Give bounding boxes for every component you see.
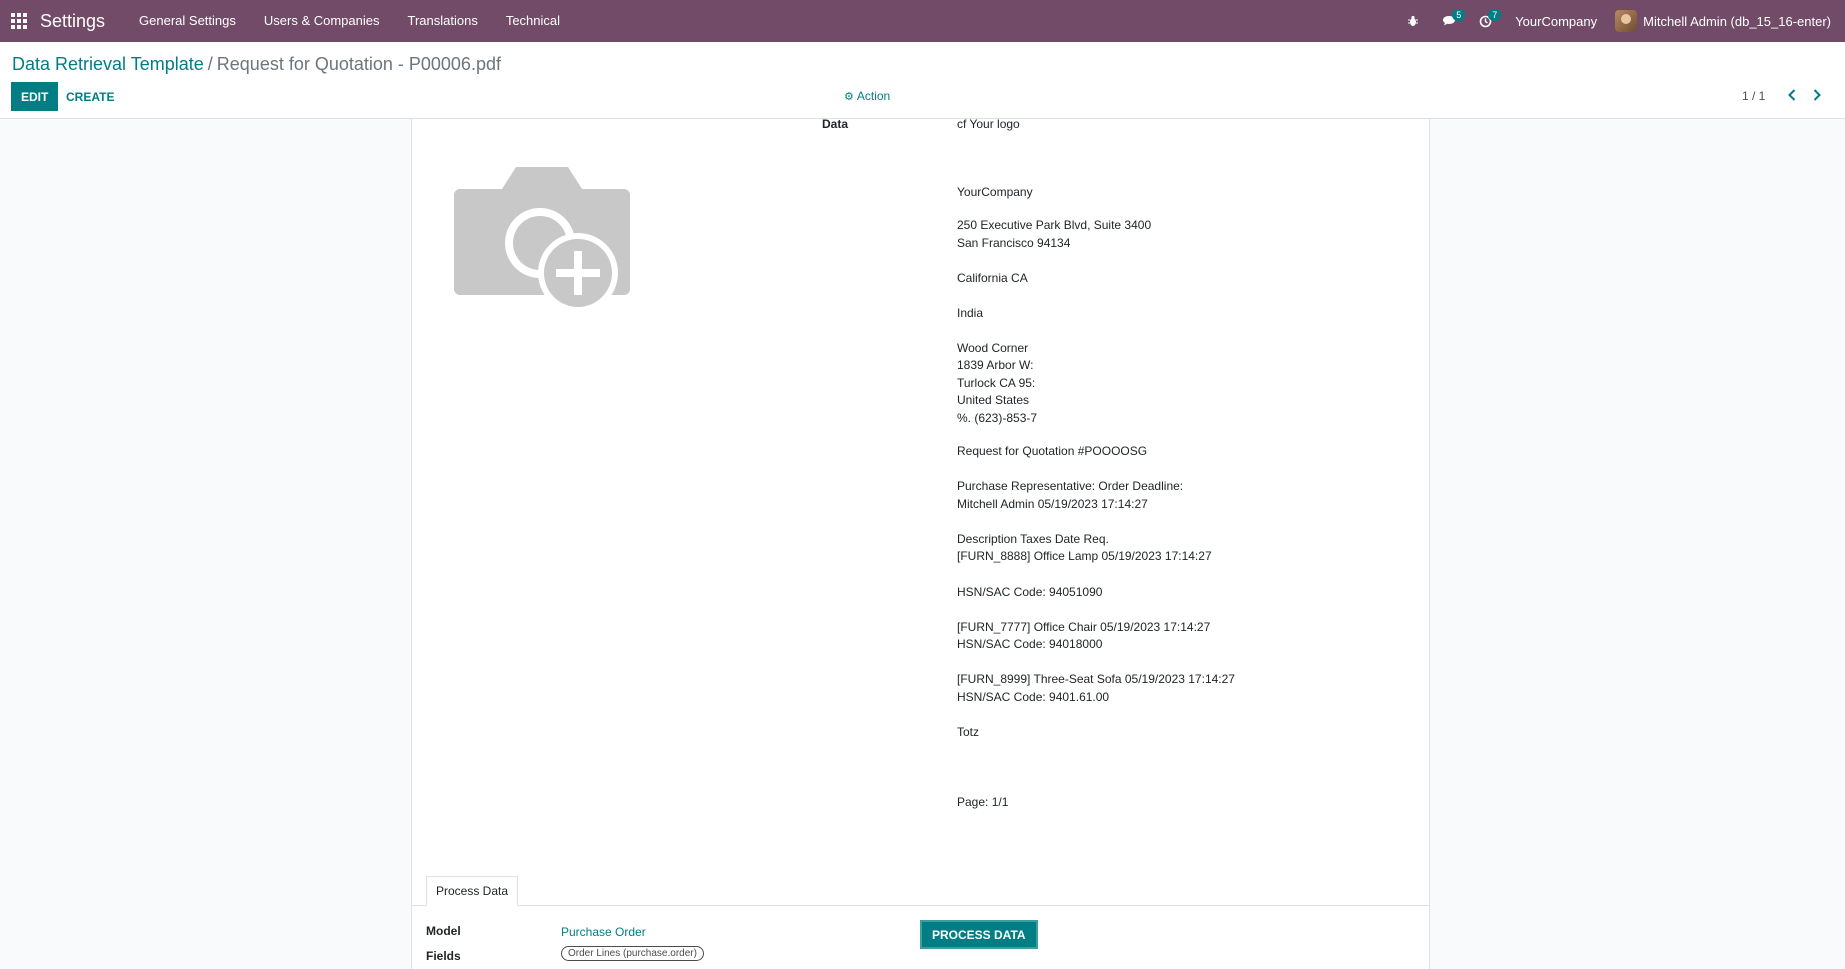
- data-field-label: Data: [822, 117, 849, 131]
- doc-line: United States: [957, 393, 1030, 407]
- model-label: Model: [426, 924, 461, 938]
- doc-line: HSN/SAC Code: 94018000: [957, 637, 1103, 651]
- doc-line: HSN/SAC Code: 94051090: [957, 585, 1103, 599]
- messages-icon[interactable]: 5: [1431, 0, 1467, 42]
- model-value-link[interactable]: Purchase Order: [561, 925, 646, 939]
- doc-line: [FURN_8888] Office Lamp 05/19/2023 17:14…: [957, 549, 1212, 563]
- menu-technical[interactable]: Technical: [492, 0, 574, 42]
- user-avatar: [1615, 10, 1638, 32]
- doc-line: [FURN_7777] Office Chair 05/19/2023 17:1…: [957, 620, 1211, 634]
- doc-line: [FURN_8999] Three-Seat Sofa 05/19/2023 1…: [957, 672, 1235, 686]
- fields-tag[interactable]: Order Lines (purchase.order): [561, 946, 704, 961]
- tab-process-data[interactable]: Process Data: [426, 876, 518, 906]
- gear-icon: ⚙: [844, 90, 854, 103]
- doc-line: Purchase Representative: Order Deadline:: [957, 479, 1184, 493]
- doc-line: %. (623)-853-7: [957, 411, 1038, 425]
- systray: 5 7 YourCompany Mitchell Admin (db_15_16…: [1395, 0, 1845, 42]
- menu-general-settings[interactable]: General Settings: [125, 0, 250, 42]
- tab-divider: [412, 905, 1429, 906]
- camera-plus-icon[interactable]: [450, 161, 630, 321]
- user-menu[interactable]: Mitchell Admin (db_15_16-enter): [1615, 10, 1831, 32]
- doc-line: Description Taxes Date Req.: [957, 532, 1109, 546]
- menu-translations[interactable]: Translations: [394, 0, 492, 42]
- process-data-button[interactable]: PROCESS DATA: [920, 920, 1038, 949]
- action-dropdown[interactable]: ⚙ Action: [844, 89, 890, 103]
- doc-line: Turlock CA 95:: [957, 376, 1036, 390]
- activities-clock-icon[interactable]: 7: [1467, 0, 1503, 42]
- messages-badge: 5: [1452, 9, 1466, 21]
- chevron-left-icon[interactable]: [1780, 84, 1804, 106]
- breadcrumb-parent[interactable]: Data Retrieval Template: [12, 54, 204, 74]
- doc-line: Mitchell Admin 05/19/2023 17:14:27: [957, 497, 1148, 511]
- menu-users-companies[interactable]: Users & Companies: [250, 0, 394, 42]
- breadcrumb-current: Request for Quotation - P00006.pdf: [216, 54, 501, 74]
- fields-label: Fields: [426, 949, 461, 963]
- doc-line: YourCompany: [957, 185, 1033, 199]
- doc-line: Page: 1/1: [957, 795, 1009, 809]
- activities-badge: 7: [1488, 9, 1502, 21]
- action-label: Action: [856, 89, 891, 103]
- doc-line: 250 Executive Park Blvd, Suite 3400: [957, 218, 1152, 232]
- debug-bug-icon[interactable]: [1395, 0, 1431, 42]
- app-title[interactable]: Settings: [40, 11, 105, 32]
- doc-line: Totz: [957, 725, 980, 739]
- user-name: Mitchell Admin (db_15_16-enter): [1643, 13, 1831, 29]
- doc-line: HSN/SAC Code: 9401.61.00: [957, 690, 1110, 704]
- doc-line: Wood Corner: [957, 341, 1029, 355]
- logo-placeholder-text: cf Your logo: [957, 117, 1020, 131]
- pager-value[interactable]: 1 / 1: [1742, 89, 1765, 103]
- doc-line: 1839 Arbor W:: [957, 358, 1034, 372]
- form-sheet: Data cf Your logo YourCompany 250 Execut…: [411, 117, 1430, 969]
- breadcrumb-separator: /: [207, 54, 213, 74]
- doc-line: San Francisco 94134: [957, 236, 1071, 250]
- breadcrumb: Data Retrieval Template / Request for Quot…: [12, 54, 501, 75]
- chevron-right-icon[interactable]: [1805, 84, 1829, 106]
- doc-line: California CA: [957, 271, 1028, 285]
- company-switcher[interactable]: YourCompany: [1503, 14, 1615, 29]
- main-navbar: Settings General Settings Users & Compan…: [0, 0, 1845, 42]
- top-menu: General Settings Users & Companies Trans…: [125, 0, 574, 42]
- apps-menu-icon[interactable]: [0, 0, 38, 42]
- doc-line: Request for Quotation #POOOOSG: [957, 444, 1148, 458]
- edit-button[interactable]: EDIT: [11, 82, 59, 111]
- doc-line: India: [957, 306, 984, 320]
- create-button[interactable]: CREATE: [60, 82, 120, 111]
- control-panel: Data Retrieval Template / Request for Quot…: [0, 42, 1845, 119]
